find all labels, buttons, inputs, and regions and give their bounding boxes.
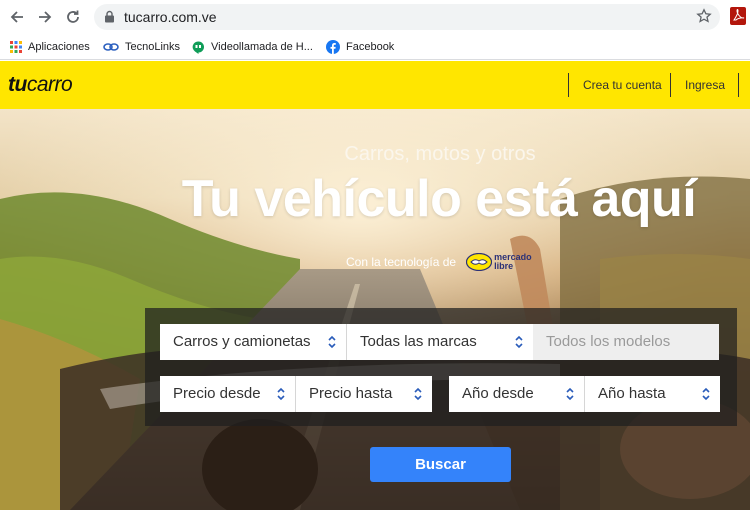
bookmark-label: Videollamada de H...: [211, 41, 313, 53]
year-to-select[interactable]: Año hasta: [585, 376, 720, 412]
back-icon[interactable]: [6, 6, 28, 28]
year-from-select[interactable]: Año desde: [449, 376, 585, 412]
brand-select[interactable]: Todas las marcas: [347, 324, 533, 360]
search-button[interactable]: Buscar: [370, 447, 511, 482]
hero-section: Carros, motos y otros Tu vehículo está a…: [0, 109, 750, 510]
price-from-value: Precio desde: [173, 385, 261, 402]
bookmark-label: TecnoLinks: [125, 41, 181, 53]
browser-toolbar: tucarro.com.ve: [0, 0, 750, 34]
powered-by-text: Con la tecnología de: [346, 255, 457, 269]
facebook-icon: [326, 40, 340, 54]
bookmark-label: Aplicaciones: [28, 41, 90, 53]
apps-grid-icon: [10, 41, 22, 53]
bookmark-hangouts[interactable]: Videollamada de H...: [192, 38, 313, 56]
mercadolibre-logo: mercado libre: [466, 253, 532, 271]
address-bar[interactable]: tucarro.com.ve: [94, 4, 720, 30]
year-to-value: Año hasta: [598, 385, 666, 402]
site-header: tucarro Crea tu cuenta Ingresa: [0, 61, 750, 109]
handshake-icon: [466, 253, 493, 271]
login-link[interactable]: Ingresa: [670, 73, 740, 97]
forward-icon[interactable]: [34, 6, 56, 28]
select-arrows-icon: [277, 387, 285, 401]
select-arrows-icon: [702, 387, 710, 401]
link-icon: [103, 43, 119, 51]
reload-icon[interactable]: [62, 6, 84, 28]
model-value: Todos los modelos: [546, 333, 671, 350]
bookmark-tecnolinks[interactable]: TecnoLinks: [103, 38, 180, 56]
powered-by: Con la tecnología de mercado libre: [346, 253, 532, 271]
lock-icon: [104, 10, 115, 28]
site-logo[interactable]: tucarro: [8, 73, 73, 97]
url-text: tucarro.com.ve: [124, 9, 217, 25]
model-select[interactable]: Todos los modelos: [533, 324, 719, 360]
select-arrows-icon: [414, 387, 422, 401]
price-from-select[interactable]: Precio desde: [160, 376, 296, 412]
search-panel: Carros y camionetas Todas las marcas Tod…: [145, 308, 737, 426]
select-arrows-icon: [515, 335, 523, 349]
bookmark-label: Facebook: [346, 41, 395, 53]
partner-line2: libre: [494, 261, 514, 271]
bookmark-facebook[interactable]: Facebook: [326, 38, 394, 56]
logo-bold-text: carro: [26, 73, 73, 96]
bookmark-star-icon[interactable]: [696, 8, 712, 29]
category-value: Carros y camionetas: [173, 333, 311, 350]
select-arrows-icon: [328, 335, 336, 349]
logo-light-text: tu: [8, 73, 27, 96]
brand-value: Todas las marcas: [360, 333, 477, 350]
year-from-value: Año desde: [462, 385, 534, 402]
bookmarks-bar: Aplicaciones TecnoLinks Videollamada de …: [0, 34, 750, 60]
bookmark-apps[interactable]: Aplicaciones: [10, 38, 90, 56]
price-to-select[interactable]: Precio hasta: [296, 376, 432, 412]
create-account-link[interactable]: Crea tu cuenta: [568, 73, 662, 97]
hangouts-icon: [192, 40, 204, 54]
hero-title: Tu vehículo está aquí: [181, 170, 697, 228]
price-to-value: Precio hasta: [309, 385, 393, 402]
select-arrows-icon: [566, 387, 574, 401]
pdf-extension-icon[interactable]: [730, 7, 746, 25]
category-select[interactable]: Carros y camionetas: [160, 324, 347, 360]
hero-subtitle: Carros, motos y otros: [344, 143, 536, 165]
